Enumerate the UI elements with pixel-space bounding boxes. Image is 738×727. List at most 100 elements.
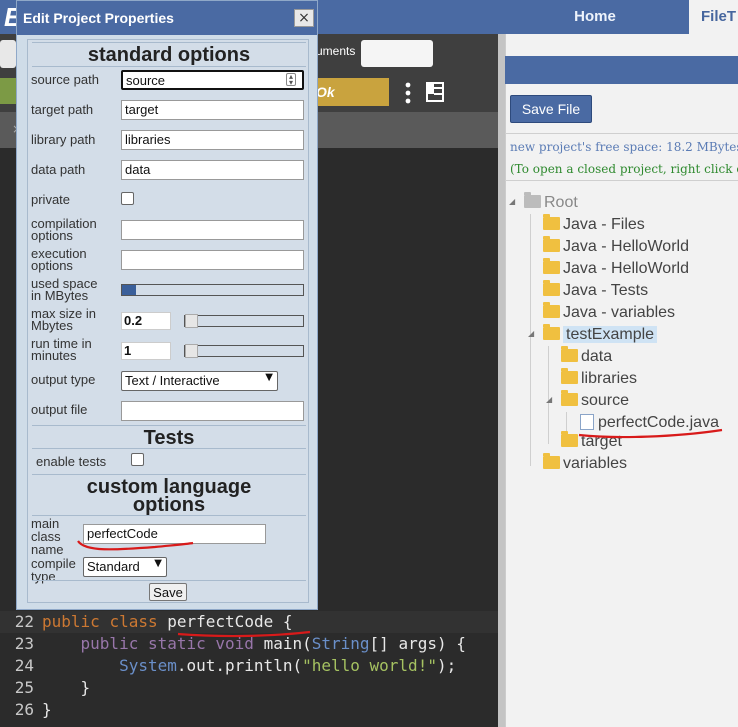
tree-item-label: testExample bbox=[563, 326, 658, 343]
max-size-input[interactable]: 0.2 bbox=[121, 312, 171, 330]
tree-item-label: Java - HelloWorld bbox=[563, 260, 689, 277]
max-size-label: max size in Mbytes bbox=[31, 307, 96, 333]
execution-options-input[interactable] bbox=[121, 250, 304, 270]
line-number: 25 bbox=[14, 678, 34, 697]
run-time-input[interactable]: 1 bbox=[121, 342, 171, 360]
divider bbox=[505, 133, 738, 134]
code-token: System bbox=[119, 656, 177, 675]
tree-item-folder[interactable]: Java - Tests bbox=[543, 280, 648, 302]
source-path-input[interactable]: source ▴ ▾ bbox=[121, 70, 304, 90]
label-line: in MBytes bbox=[31, 288, 89, 303]
tree-item-folder[interactable]: Java - HelloWorld bbox=[543, 236, 689, 258]
collapse-toggle-icon[interactable]: ◢ bbox=[509, 197, 517, 206]
tree-item-folder[interactable]: Java - Files bbox=[543, 214, 645, 236]
collapse-toggle-icon[interactable]: ◢ bbox=[528, 329, 536, 338]
enable-tests-checkbox[interactable] bbox=[131, 453, 144, 466]
code-line: 22 public class perfectCode { bbox=[0, 611, 498, 633]
autofill-key-icon[interactable]: ▴ ▾ bbox=[286, 73, 296, 87]
code-token: public bbox=[80, 634, 139, 653]
folder-icon bbox=[543, 453, 560, 469]
arguments-label: uments bbox=[316, 44, 356, 58]
dialog-titlebar[interactable]: Edit Project Properties × bbox=[17, 1, 317, 35]
ok-button[interactable]: Ok bbox=[310, 78, 389, 106]
kebab-menu-icon[interactable] bbox=[404, 82, 412, 104]
private-checkbox[interactable] bbox=[121, 192, 134, 205]
library-path-input[interactable]: libraries bbox=[121, 130, 304, 150]
tree-item-folder-selected[interactable]: testExample bbox=[543, 324, 658, 346]
save-file-button[interactable]: Save File bbox=[510, 95, 592, 123]
tree-item-label: data bbox=[581, 348, 613, 365]
used-space-label: used space in MBytes bbox=[31, 277, 98, 303]
tree-item-folder[interactable]: variables bbox=[543, 453, 627, 475]
tree-item-label: target bbox=[581, 433, 622, 450]
data-path-input[interactable]: data bbox=[121, 160, 304, 180]
code-line: 24 System.out.println("hello world!"); bbox=[0, 655, 498, 677]
dialog-form: standard options source path source ▴ ▾ ta… bbox=[27, 39, 309, 603]
compile-type-select[interactable]: Standard ▼ bbox=[83, 557, 167, 577]
free-space-text: new project's free space: 18.2 MBytes bbox=[510, 140, 738, 154]
folder-icon bbox=[543, 280, 560, 296]
tree-item-label: Java - Tests bbox=[563, 282, 649, 299]
folder-icon bbox=[543, 236, 560, 252]
nav-filetree-tab[interactable]: FileT bbox=[689, 0, 738, 34]
open-project-hint: (To open a closed project, right click o… bbox=[510, 162, 738, 176]
label-line: options bbox=[31, 258, 73, 273]
folder-icon bbox=[561, 390, 578, 406]
toolbar-button-partial[interactable] bbox=[0, 40, 16, 68]
tree-item-root[interactable]: Root bbox=[524, 192, 578, 214]
code-editor[interactable]: 22 public class perfectCode { 23 public s… bbox=[0, 611, 498, 727]
output-type-select[interactable]: Text / Interactive ▼ bbox=[121, 371, 278, 391]
code-token: .out.println( bbox=[176, 656, 303, 675]
code-line: 26} bbox=[0, 699, 498, 721]
collapse-toggle-icon[interactable]: ◢ bbox=[546, 395, 554, 404]
tree-item-folder[interactable]: Java - HelloWorld bbox=[543, 258, 689, 280]
close-icon[interactable]: × bbox=[294, 9, 314, 27]
target-path-label: target path bbox=[31, 102, 94, 117]
save-button[interactable]: Save bbox=[149, 583, 187, 601]
tree-item-folder[interactable]: source bbox=[561, 390, 629, 412]
main-class-input[interactable]: perfectCode bbox=[83, 524, 266, 544]
select-value: Standard bbox=[87, 559, 140, 574]
arguments-input[interactable] bbox=[361, 40, 433, 67]
library-path-label: library path bbox=[31, 132, 96, 147]
line-number: 24 bbox=[14, 656, 34, 675]
code-token: void bbox=[215, 634, 254, 653]
run-time-slider[interactable] bbox=[184, 344, 304, 358]
code-token: static bbox=[147, 634, 206, 653]
max-size-slider[interactable] bbox=[184, 314, 304, 328]
code-token: main( bbox=[263, 634, 312, 653]
panel-splitter[interactable] bbox=[498, 34, 505, 727]
target-path-input[interactable]: target bbox=[121, 100, 304, 120]
slider-thumb[interactable] bbox=[185, 314, 198, 328]
slider-thumb[interactable] bbox=[185, 344, 198, 358]
compilation-options-input[interactable] bbox=[121, 220, 304, 240]
folder-icon bbox=[524, 192, 541, 208]
label-line: minutes bbox=[31, 348, 77, 363]
label-line: options bbox=[31, 228, 73, 243]
code-token: } bbox=[80, 678, 91, 697]
tree-item-folder[interactable]: Java - variables bbox=[543, 302, 675, 324]
tree-item-label: source bbox=[581, 392, 630, 409]
enable-tests-label: enable tests bbox=[36, 454, 107, 469]
line-number: 23 bbox=[14, 634, 34, 653]
tree-item-label: perfectCode.java bbox=[598, 414, 719, 431]
layout-icon[interactable] bbox=[426, 82, 444, 102]
line-number: 26 bbox=[14, 700, 34, 719]
tree-item-folder[interactable]: target bbox=[561, 431, 622, 453]
line-number: 22 bbox=[14, 612, 34, 631]
label-line: Mbytes bbox=[31, 318, 73, 333]
tree-item-folder[interactable]: data bbox=[561, 346, 612, 368]
used-space-bar bbox=[121, 284, 304, 296]
divider bbox=[32, 515, 306, 516]
code-token: [] args) { bbox=[369, 634, 466, 653]
folder-icon bbox=[561, 368, 578, 384]
code-token: public bbox=[42, 612, 100, 631]
output-file-input[interactable] bbox=[121, 401, 304, 421]
divider bbox=[32, 448, 306, 449]
used-space-fill bbox=[122, 285, 136, 295]
divider bbox=[32, 42, 306, 43]
nav-home-tab[interactable]: Home bbox=[504, 0, 686, 34]
divider bbox=[505, 180, 738, 181]
tree-item-folder[interactable]: libraries bbox=[561, 368, 637, 390]
compilation-options-label: compilation options bbox=[31, 217, 97, 243]
